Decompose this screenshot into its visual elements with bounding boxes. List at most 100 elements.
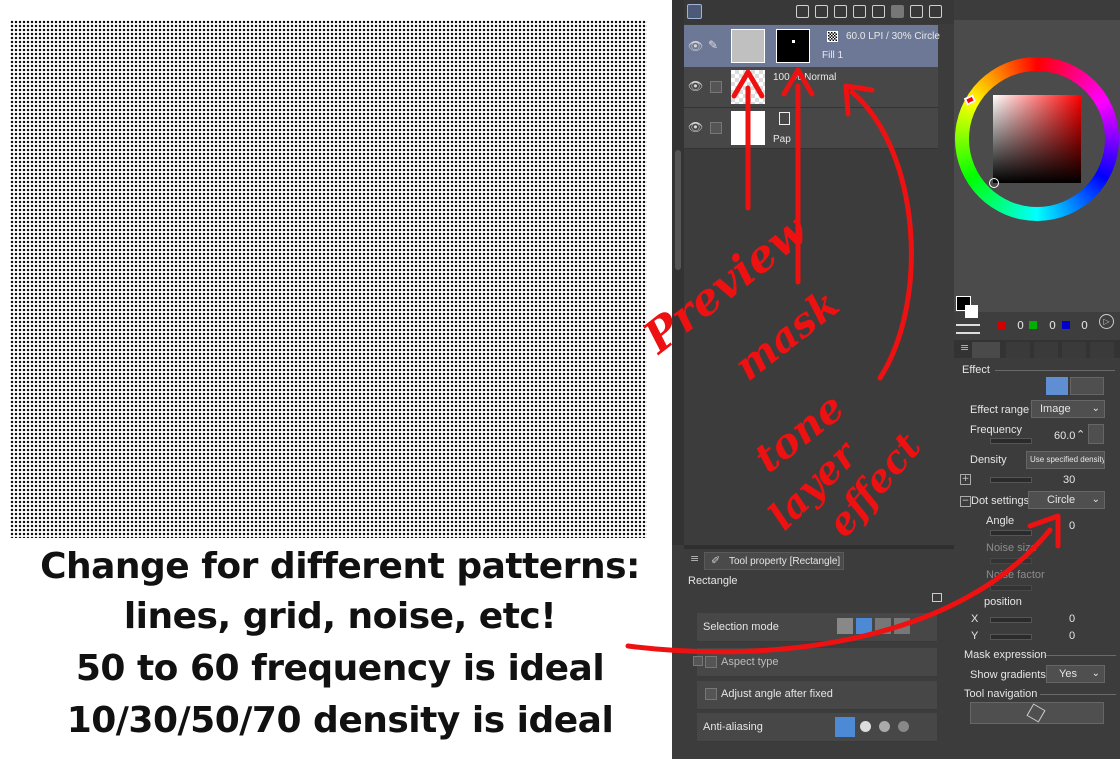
layer-2-thumbnail[interactable]: [731, 70, 765, 104]
show-gradients-select[interactable]: Yes ⌄: [1046, 665, 1105, 683]
tab-navigator[interactable]: [1062, 342, 1086, 358]
position-label: position: [984, 596, 1022, 608]
tab-tool-property[interactable]: ✐ Tool property [Rectangle]: [704, 552, 844, 570]
anti-aliasing-medium-button[interactable]: [879, 721, 890, 732]
angle-value[interactable]: 0: [1069, 520, 1075, 532]
angle-slider[interactable]: [990, 530, 1032, 536]
effect-range-label: Effect range: [970, 404, 1030, 416]
blue-value[interactable]: 0: [1081, 319, 1088, 332]
tab-search-layer[interactable]: [1006, 342, 1030, 358]
create-layer-mask-icon[interactable]: [910, 5, 923, 18]
saturation-value-square[interactable]: [993, 95, 1081, 183]
density-mode-select[interactable]: Use specified density: [1026, 451, 1105, 469]
disabled-layer-icon[interactable]: [891, 5, 904, 18]
selection-mode-row: Selection mode: [697, 613, 937, 642]
eye-icon[interactable]: 👁: [688, 39, 703, 53]
y-slider[interactable]: [990, 634, 1032, 640]
new-selection-button[interactable]: [837, 618, 853, 634]
anti-aliasing-none-button[interactable]: [835, 717, 855, 737]
layer-row-tone[interactable]: 👁 ✎ 60.0 LPI / 30% Circle Fill 1: [684, 25, 940, 67]
caption-line-2: lines, grid, noise, etc!: [123, 596, 557, 637]
layer-3-name: Pap: [773, 134, 791, 145]
new-vector-layer-icon[interactable]: [815, 5, 828, 18]
tool-property-tab-label: Tool property [Rectangle]: [729, 556, 841, 567]
tool-navigation-button[interactable]: [970, 702, 1104, 724]
show-gradients-value: Yes: [1059, 668, 1077, 680]
dot-settings-select[interactable]: Circle ⌄: [1028, 491, 1105, 509]
stepper-icon[interactable]: ⌃: [1076, 428, 1085, 441]
adjust-angle-label: Adjust angle after fixed: [721, 688, 833, 700]
x-slider[interactable]: [990, 617, 1032, 623]
adjust-angle-checkbox[interactable]: [705, 688, 717, 700]
panel-divider[interactable]: [684, 545, 954, 549]
red-value[interactable]: 0: [1017, 319, 1024, 332]
layer-lock-checkbox[interactable]: [710, 81, 722, 93]
scrollbar-thumb[interactable]: [675, 150, 681, 270]
tool-property-icon: ✐: [711, 554, 721, 567]
tab-layer-property[interactable]: [972, 342, 1000, 358]
intersect-selection-button[interactable]: [894, 618, 910, 634]
section-line: [995, 370, 1115, 371]
menu-icon[interactable]: ≡: [960, 341, 969, 354]
color-selector[interactable]: [989, 178, 999, 188]
layer-panel-menu-icon[interactable]: [687, 4, 702, 19]
expand-icon[interactable]: [693, 656, 703, 666]
y-label: Y: [971, 630, 979, 642]
anti-aliasing-label: Anti-aliasing: [703, 721, 763, 733]
red-swatch: [997, 321, 1005, 329]
layer-scrollbar[interactable]: [672, 0, 684, 545]
effect-range-select[interactable]: Image ⌄: [1031, 400, 1105, 418]
blue-swatch: [1062, 321, 1070, 329]
combine-layer-icon[interactable]: [872, 5, 885, 18]
density-value[interactable]: 30: [1063, 474, 1075, 486]
delete-layer-icon[interactable]: [929, 5, 942, 18]
section-line: [1046, 655, 1116, 656]
layer-toolbar: [684, 0, 954, 24]
caption-line-3: 50 to 60 frequency is ideal: [75, 648, 605, 689]
effect-dropdown[interactable]: [1070, 377, 1104, 395]
caption-line-4: 10/30/50/70 density is ideal: [66, 700, 614, 741]
lock-icon[interactable]: [932, 593, 942, 602]
menu-icon[interactable]: ≡: [690, 552, 699, 565]
green-value[interactable]: 0: [1049, 319, 1056, 332]
frequency-slider[interactable]: [990, 438, 1032, 444]
noise-size-slider[interactable]: [990, 558, 1032, 564]
sub-color-swatch[interactable]: [965, 305, 978, 318]
transfer-to-lower-layer-icon[interactable]: [853, 5, 866, 18]
anti-aliasing-weak-button[interactable]: [860, 721, 871, 732]
adjust-angle-row: Adjust angle after fixed: [697, 681, 937, 710]
x-value[interactable]: 0: [1069, 613, 1075, 625]
tone-effect-button[interactable]: [1046, 377, 1068, 395]
transparent-swatch[interactable]: [956, 324, 980, 334]
right-panel-top: [954, 0, 1120, 20]
layer-lock-checkbox[interactable]: [710, 122, 722, 134]
density-mode-value: Use specified density: [1030, 455, 1105, 464]
add-selection-button[interactable]: [856, 618, 872, 634]
aspect-type-checkbox[interactable]: [705, 656, 717, 668]
eye-icon[interactable]: 👁: [688, 79, 703, 93]
frequency-dropdown[interactable]: [1088, 424, 1104, 444]
subtract-selection-button[interactable]: [875, 618, 891, 634]
chevron-down-icon: ⌄: [1091, 668, 1100, 679]
chevron-down-icon: ⌄: [1091, 494, 1100, 505]
dot-settings-value: Circle: [1047, 494, 1076, 506]
eye-icon[interactable]: 👁: [688, 120, 703, 134]
tab-more[interactable]: [1090, 342, 1114, 358]
y-value[interactable]: 0: [1069, 630, 1075, 642]
frequency-value[interactable]: 60.0: [1054, 430, 1075, 442]
paper-thumbnail[interactable]: [731, 111, 765, 145]
anti-aliasing-row: Anti-aliasing: [697, 713, 937, 742]
layer-row-paper[interactable]: 👁 Pap: [684, 108, 938, 149]
anti-aliasing-strong-button[interactable]: [898, 721, 909, 732]
density-slider[interactable]: [990, 477, 1032, 483]
mask-thumbnail[interactable]: [776, 29, 810, 63]
new-folder-icon[interactable]: [834, 5, 847, 18]
noise-factor-slider[interactable]: [990, 585, 1032, 591]
expand-icon[interactable]: +: [960, 474, 971, 485]
preview-thumbnail[interactable]: [731, 29, 765, 63]
new-raster-layer-icon[interactable]: [796, 5, 809, 18]
collapse-icon[interactable]: −: [960, 496, 971, 507]
layer-row-2[interactable]: 👁 100 % Normal: [684, 67, 938, 108]
tab-layer-search[interactable]: [1034, 342, 1058, 358]
play-icon[interactable]: ▷: [1099, 314, 1114, 329]
